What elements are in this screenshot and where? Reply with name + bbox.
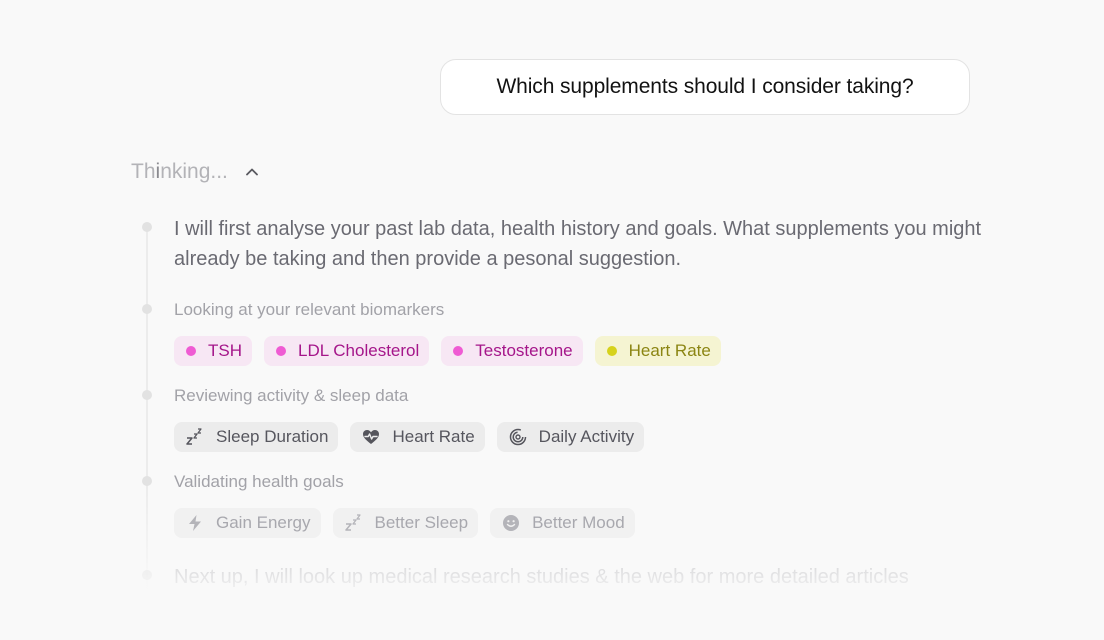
chevron-up-icon[interactable] bbox=[244, 164, 260, 180]
chip-label: Daily Activity bbox=[538, 427, 635, 446]
biomarker-dot-icon bbox=[276, 346, 286, 356]
chip-label: Heart Rate bbox=[392, 427, 475, 446]
next-step-paragraph: Next up, I will look up medical research… bbox=[174, 566, 909, 588]
step-label-health-goals: Validating health goals bbox=[174, 472, 344, 491]
chip-label: Sleep Duration bbox=[216, 427, 329, 446]
timeline-dot bbox=[142, 570, 152, 580]
biomarker-dot-icon bbox=[186, 346, 196, 356]
chip-heart-rate-biomarker[interactable]: Heart Rate bbox=[594, 336, 721, 366]
sleep-zzz-icon bbox=[186, 428, 204, 446]
sleep-zzz-icon bbox=[344, 514, 363, 532]
chip-heart-rate[interactable]: Heart Rate bbox=[350, 422, 485, 452]
lightning-icon bbox=[186, 514, 204, 532]
heart-pulse-icon bbox=[362, 428, 380, 446]
timeline-dot bbox=[142, 390, 152, 400]
biomarker-dot-icon bbox=[453, 346, 464, 356]
chip-label: Better Mood bbox=[532, 513, 625, 532]
timeline-dot bbox=[142, 476, 152, 486]
chip-label: Heart Rate bbox=[628, 341, 711, 360]
user-message-text: Which supplements should I consider taki… bbox=[496, 75, 914, 98]
smiley-icon bbox=[502, 514, 520, 532]
goal-chips: Gain Energy Better Sleep Better Mood bbox=[174, 508, 635, 538]
chip-label: Better Sleep bbox=[374, 513, 469, 532]
user-message-bubble: Which supplements should I consider taki… bbox=[440, 59, 970, 115]
chip-gain-energy[interactable]: Gain Energy bbox=[174, 508, 321, 538]
activity-rings-icon bbox=[509, 428, 527, 446]
timeline-line bbox=[146, 226, 148, 596]
chip-daily-activity[interactable]: Daily Activity bbox=[496, 422, 645, 452]
activity-chips: Sleep Duration Heart Rate Daily Activity bbox=[174, 422, 645, 452]
biomarker-chips: TSH LDL Cholesterol Testosterone Heart R… bbox=[174, 336, 721, 366]
timeline-dot bbox=[142, 304, 152, 314]
thinking-toggle[interactable]: Thinking... bbox=[131, 157, 260, 187]
chip-tsh[interactable]: TSH bbox=[174, 336, 252, 366]
step-label-biomarkers: Looking at your relevant biomarkers bbox=[174, 300, 445, 319]
chip-better-sleep[interactable]: Better Sleep bbox=[332, 508, 479, 538]
chip-sleep-duration[interactable]: Sleep Duration bbox=[174, 422, 339, 452]
chip-ldl-cholesterol[interactable]: LDL Cholesterol bbox=[264, 336, 430, 366]
chip-label: TSH bbox=[208, 341, 242, 360]
intro-paragraph: I will first analyse your past lab data,… bbox=[174, 218, 982, 270]
chip-label: Gain Energy bbox=[216, 513, 311, 532]
step-label-activity-sleep: Reviewing activity & sleep data bbox=[174, 386, 409, 405]
chip-label: LDL Cholesterol bbox=[298, 341, 420, 360]
thinking-label: Thinking... bbox=[131, 160, 228, 183]
chip-testosterone[interactable]: Testosterone bbox=[441, 336, 583, 366]
chip-label: Testosterone bbox=[475, 341, 573, 360]
timeline-dot bbox=[142, 222, 152, 232]
chip-better-mood[interactable]: Better Mood bbox=[490, 508, 635, 538]
biomarker-dot-icon bbox=[606, 346, 617, 356]
